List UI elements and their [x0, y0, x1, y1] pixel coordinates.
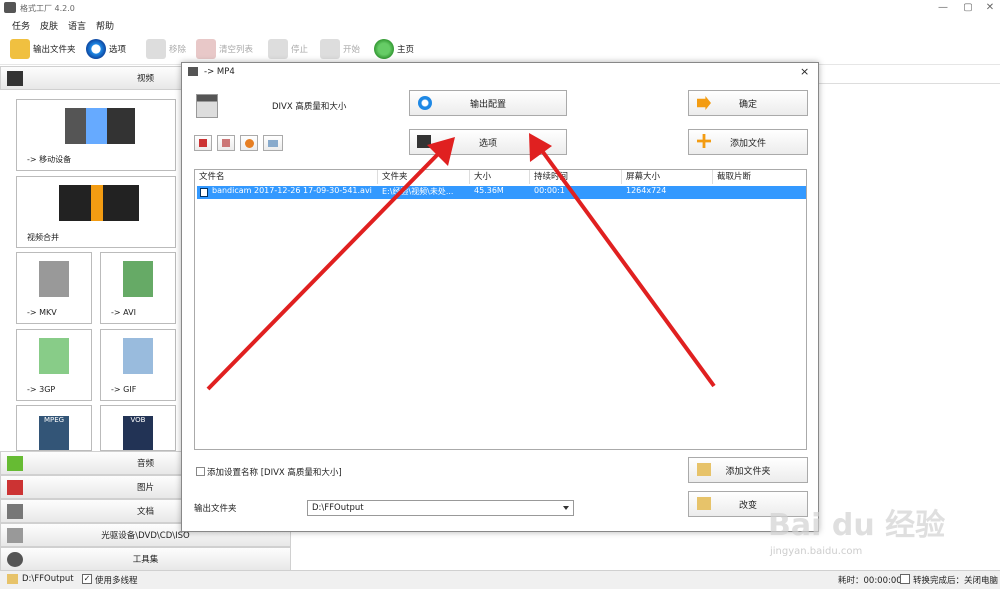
arrow-line-right — [538, 146, 716, 388]
elapsed-time: 耗时：00:00:00 — [838, 576, 902, 586]
watermark-logo: Bai du 经验 — [768, 508, 946, 543]
status-path[interactable]: D:\FFOutput — [22, 574, 74, 584]
folder-status-icon — [7, 574, 18, 584]
watermark-url: jingyan.baidu.com — [770, 546, 863, 557]
multithread-label: 使用多线程 — [95, 576, 138, 586]
multithread-checkbox[interactable]: ✓ — [82, 574, 92, 584]
after-convert-label: 转换完成后：关闭电脑 — [913, 576, 999, 586]
arrow-line-left — [206, 150, 442, 391]
shutdown-checkbox[interactable] — [900, 574, 910, 584]
